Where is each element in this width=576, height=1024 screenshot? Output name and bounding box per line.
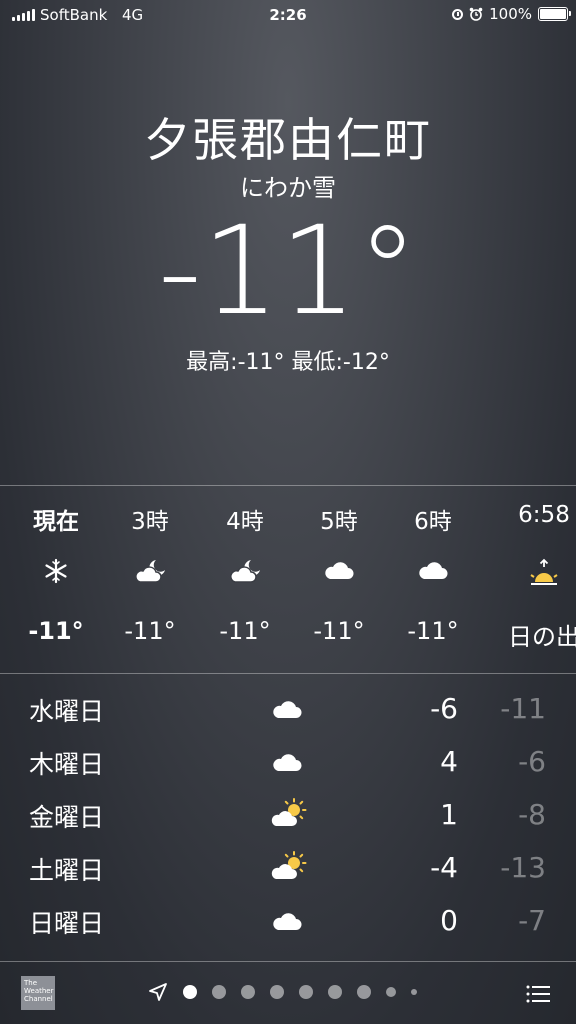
divider (0, 673, 576, 674)
status-bar: SoftBank 4G 2:26 100% (0, 0, 576, 30)
day-name: 木曜日 (29, 750, 105, 779)
hourly-item: 6:58 日の出 (494, 486, 576, 672)
hour-label: 現在 (33, 509, 79, 535)
day-low: -7 (518, 904, 546, 937)
day-low: -11 (500, 692, 546, 725)
day-name: 土曜日 (29, 856, 105, 885)
partly-sunny-icon (271, 851, 307, 879)
alarm-icon (469, 7, 483, 21)
day-low: -6 (518, 745, 546, 778)
cloud-icon (273, 701, 302, 718)
snow-icon (45, 558, 67, 584)
hourly-forecast[interactable]: 現在 -11° 3時 -11° 4時 -11° 5時 -11° 6時 -11° … (0, 486, 576, 672)
hourly-item: 6時 -11° (383, 486, 483, 672)
hour-label: 3時 (131, 509, 169, 535)
rotation-lock-icon (452, 8, 464, 20)
hourly-item: 現在 -11° (6, 486, 106, 672)
hour-temperature: -11° (407, 617, 459, 645)
list-icon[interactable] (526, 984, 550, 1004)
hour-temperature: -11° (219, 617, 271, 645)
page-dot[interactable] (357, 985, 371, 999)
battery-percentage: 100% (489, 5, 532, 23)
page-dot[interactable] (212, 985, 226, 999)
day-high: 0 (440, 904, 458, 937)
hour-temperature: -11° (124, 617, 176, 645)
day-high: -6 (430, 692, 458, 725)
hourly-item: 5時 -11° (289, 486, 389, 672)
list-item: 土曜日 -4 -13 (0, 841, 576, 894)
bottom-toolbar: The Weather Channel (0, 962, 576, 1024)
hour-temperature: -11° (28, 617, 84, 645)
page-indicator[interactable] (148, 982, 417, 1002)
list-item: 水曜日 -6 -11 (0, 682, 576, 735)
hour-temperature: 日の出 (508, 623, 576, 651)
cloud-icon (325, 562, 354, 579)
sunrise-icon (530, 558, 558, 585)
day-low: -8 (518, 798, 546, 831)
location-arrow-icon (149, 983, 167, 1001)
day-name: 金曜日 (29, 803, 105, 832)
current-temperature: -11° (157, 200, 419, 342)
hourly-item: 3時 -11° (100, 486, 200, 672)
cloud-icon (419, 562, 448, 579)
partly-sunny-icon (271, 798, 307, 826)
day-high: -4 (430, 851, 458, 884)
hour-label: 6:58 (518, 502, 570, 528)
cloud-moon-icon (230, 560, 260, 583)
day-high: 1 (440, 798, 458, 831)
page-dot[interactable] (270, 985, 284, 999)
page-dot[interactable] (328, 985, 342, 999)
cloud-icon (273, 913, 302, 930)
cloud-icon (273, 754, 302, 771)
high-low-temperature: 最高:-11° 最低:-12° (186, 350, 390, 375)
battery-icon (538, 7, 571, 21)
hour-label: 5時 (320, 509, 358, 535)
city-name: 夕張郡由仁町 (144, 113, 432, 167)
cloud-moon-icon (135, 560, 165, 583)
hour-temperature: -11° (313, 617, 365, 645)
list-item: 木曜日 4 -6 (0, 735, 576, 788)
day-name: 日曜日 (29, 909, 105, 938)
list-item: 日曜日 0 -7 (0, 894, 576, 947)
list-item: 金曜日 1 -8 (0, 788, 576, 841)
day-name: 水曜日 (29, 697, 105, 726)
page-dot[interactable] (241, 985, 255, 999)
hour-label: 6時 (414, 509, 452, 535)
day-high: 4 (440, 745, 458, 778)
hourly-item: 4時 -11° (195, 486, 295, 672)
hour-label: 4時 (226, 509, 264, 535)
page-dot[interactable] (183, 985, 197, 999)
page-dot[interactable] (386, 987, 396, 997)
weather-channel-logo[interactable]: The Weather Channel (21, 976, 55, 1010)
page-dot[interactable] (299, 985, 313, 999)
day-low: -13 (500, 851, 546, 884)
page-dot[interactable] (411, 989, 417, 995)
